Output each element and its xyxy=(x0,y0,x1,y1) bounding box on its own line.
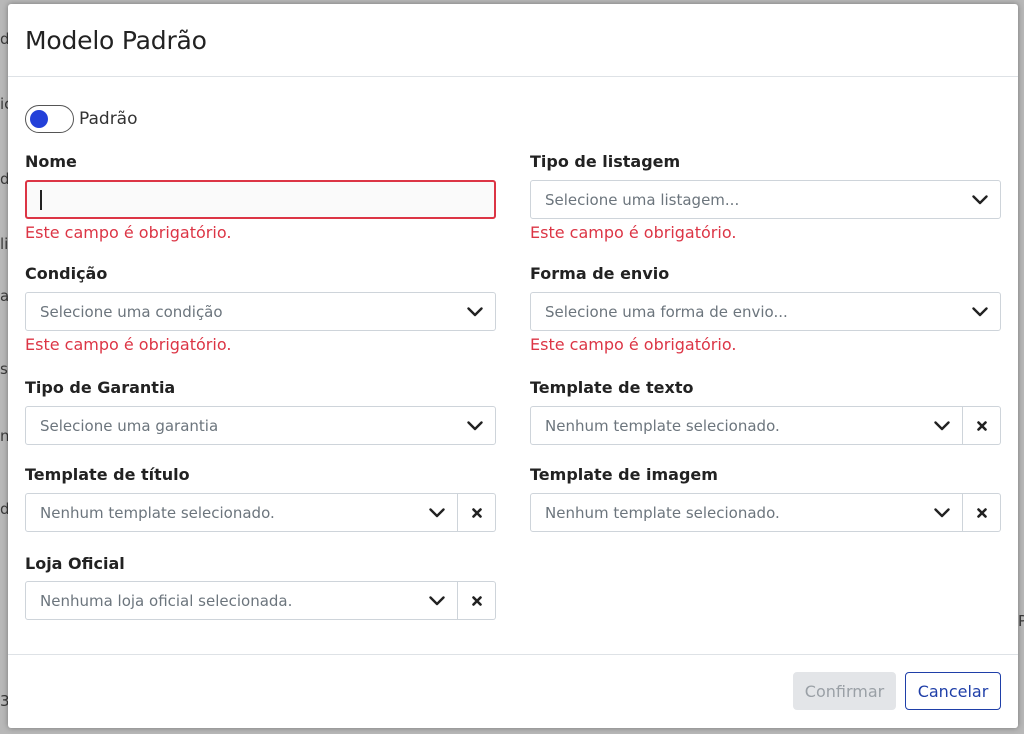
close-icon xyxy=(976,420,987,431)
close-icon xyxy=(471,595,482,606)
template-texto-select[interactable]: Nenhum template selecionado. xyxy=(530,406,963,445)
tipo-garantia-label: Tipo de Garantia xyxy=(25,378,176,397)
confirm-button[interactable]: Confirmar xyxy=(793,672,896,710)
modal-dialog: Modelo Padrão Padrão Nome Este campo é o… xyxy=(8,4,1018,728)
modal-footer: Confirmar Cancelar xyxy=(8,654,1018,728)
cancel-button[interactable]: Cancelar xyxy=(905,672,1001,710)
template-texto-clear-button[interactable] xyxy=(963,406,1001,445)
background-text: s xyxy=(0,360,8,378)
template-titulo-label: Template de título xyxy=(25,465,190,484)
loja-oficial-clear-button[interactable] xyxy=(458,581,496,620)
template-imagem-label: Template de imagem xyxy=(530,465,718,484)
forma-envio-error: Este campo é obrigatório. xyxy=(530,335,737,354)
chevron-down-icon[interactable] xyxy=(922,494,962,531)
close-icon xyxy=(976,507,987,518)
forma-envio-select[interactable]: Selecione uma forma de envio... xyxy=(530,292,1001,331)
condicao-select[interactable]: Selecione uma condição xyxy=(25,292,496,331)
template-titulo-clear-button[interactable] xyxy=(458,493,496,532)
modal-title: Modelo Padrão xyxy=(25,26,207,55)
padrao-toggle[interactable] xyxy=(25,105,74,133)
tipo-listagem-label: Tipo de listagem xyxy=(530,152,681,171)
tipo-listagem-placeholder: Selecione uma listagem... xyxy=(545,190,740,209)
padrao-toggle-row: Padrão xyxy=(25,105,138,133)
loja-oficial-label: Loja Oficial xyxy=(25,554,125,573)
modal-header: Modelo Padrão xyxy=(8,4,1018,77)
template-imagem-clear-button[interactable] xyxy=(963,493,1001,532)
chevron-down-icon[interactable] xyxy=(417,582,457,619)
close-icon xyxy=(471,507,482,518)
loja-oficial-placeholder: Nenhuma loja oficial selecionada. xyxy=(40,591,293,610)
chevron-down-icon[interactable] xyxy=(960,181,1000,218)
chevron-down-icon[interactable] xyxy=(417,494,457,531)
tipo-listagem-select[interactable]: Selecione uma listagem... xyxy=(530,180,1001,219)
forma-envio-label: Forma de envio xyxy=(530,264,670,283)
template-titulo-select[interactable]: Nenhum template selecionado. xyxy=(25,493,458,532)
nome-label: Nome xyxy=(25,152,77,171)
condicao-placeholder: Selecione uma condição xyxy=(40,302,223,321)
chevron-down-icon[interactable] xyxy=(922,407,962,444)
background-text: P xyxy=(1018,612,1024,630)
tipo-listagem-error: Este campo é obrigatório. xyxy=(530,223,737,242)
tipo-garantia-placeholder: Selecione uma garantia xyxy=(40,416,219,435)
template-texto-label: Template de texto xyxy=(530,378,694,397)
padrao-toggle-label: Padrão xyxy=(79,109,138,129)
nome-input[interactable] xyxy=(25,180,496,219)
chevron-down-icon[interactable] xyxy=(455,293,495,330)
template-texto-placeholder: Nenhum template selecionado. xyxy=(545,416,780,435)
tipo-garantia-select[interactable]: Selecione uma garantia xyxy=(25,406,496,445)
chevron-down-icon[interactable] xyxy=(960,293,1000,330)
loja-oficial-select[interactable]: Nenhuma loja oficial selecionada. xyxy=(25,581,458,620)
template-imagem-select[interactable]: Nenhum template selecionado. xyxy=(530,493,963,532)
nome-error: Este campo é obrigatório. xyxy=(25,223,232,242)
forma-envio-placeholder: Selecione uma forma de envio... xyxy=(545,302,788,321)
chevron-down-icon[interactable] xyxy=(455,407,495,444)
text-caret xyxy=(40,189,42,210)
condicao-error: Este campo é obrigatório. xyxy=(25,335,232,354)
condicao-label: Condição xyxy=(25,264,108,283)
template-titulo-placeholder: Nenhum template selecionado. xyxy=(40,503,275,522)
template-imagem-placeholder: Nenhum template selecionado. xyxy=(545,503,780,522)
toggle-knob xyxy=(30,110,48,128)
